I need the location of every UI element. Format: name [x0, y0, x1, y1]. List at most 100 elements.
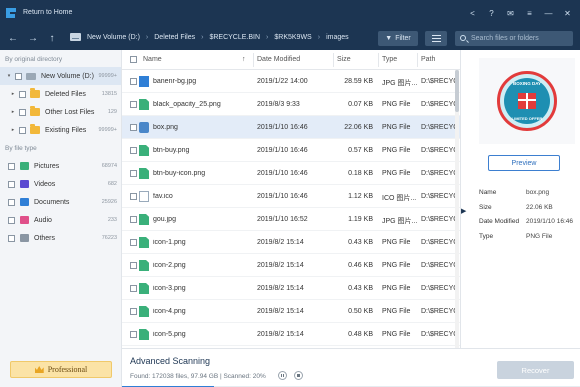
folder-icon	[30, 124, 40, 134]
sidebar-item-count: 99999+	[98, 73, 117, 79]
table-row[interactable]: icon-3.png 2019/8/2 15:14 0.43 KB PNG File D…	[122, 277, 460, 300]
row-checkbox[interactable]	[130, 308, 137, 315]
cell-date: 2019/8/2 15:14	[257, 285, 304, 292]
png-file-icon	[139, 306, 149, 317]
back-icon[interactable]: ←	[6, 31, 20, 45]
expand-arrow-icon[interactable]: ▸	[10, 109, 16, 115]
row-checkbox[interactable]	[130, 78, 137, 85]
scrollbar-thumb[interactable]	[455, 70, 459, 112]
table-row[interactable]: fav.ico 2019/1/10 16:46 1.12 KB ICO 图片... D:…	[122, 185, 460, 208]
checkbox[interactable]	[15, 72, 22, 80]
column-header-date[interactable]: Date Modified	[257, 56, 300, 63]
table-row[interactable]: btn-buy-icon.png 2019/1/10 16:46 0.18 KB PN…	[122, 162, 460, 185]
sidebar-item-videos[interactable]: Videos 682	[0, 175, 121, 193]
column-header-name[interactable]: Name	[143, 56, 162, 63]
jpg-file-icon	[139, 76, 149, 87]
view-menu-button[interactable]	[425, 31, 447, 46]
sidebar-item-new-volume[interactable]: ▾ New Volume (D:) 99999+	[0, 67, 121, 85]
search-input[interactable]: Search files or folders	[455, 31, 573, 46]
sidebar-item-others[interactable]: Others 76223	[0, 229, 121, 247]
collapse-arrow-icon[interactable]: ▾	[6, 73, 12, 79]
checkbox[interactable]	[8, 216, 15, 224]
close-icon[interactable]: ✕	[561, 6, 574, 20]
notification-icon[interactable]: ✉	[504, 6, 517, 20]
checkbox[interactable]	[19, 108, 26, 116]
row-checkbox[interactable]	[130, 124, 137, 131]
cell-type: PNG File	[382, 262, 411, 269]
row-checkbox[interactable]	[130, 170, 137, 177]
expand-arrow-icon[interactable]: ▸	[10, 91, 16, 97]
row-checkbox[interactable]	[130, 239, 137, 246]
sidebar-item-documents[interactable]: Documents 25926	[0, 193, 121, 211]
table-row[interactable]: btn-buy.png 2019/1/10 16:46 0.57 KB PNG Fil…	[122, 139, 460, 162]
cell-type: PNG File	[382, 124, 411, 131]
table-row[interactable]: banenr-bg.jpg 2019/1/22 14:00 28.59 KB JPG …	[122, 70, 460, 93]
checkbox[interactable]	[8, 162, 15, 170]
row-checkbox[interactable]	[130, 193, 137, 200]
cell-size: 0.46 KB	[348, 262, 373, 269]
return-home-link[interactable]: Return to Home	[23, 9, 72, 16]
table-row[interactable]: gou.jpg 2019/1/10 16:52 1.19 KB JPG 图片... D:…	[122, 208, 460, 231]
breadcrumb-item[interactable]: $RECYCLE.BIN	[209, 34, 260, 41]
expand-arrow-icon[interactable]: ▸	[10, 127, 16, 133]
row-checkbox[interactable]	[130, 101, 137, 108]
row-checkbox[interactable]	[130, 147, 137, 154]
checkbox[interactable]	[8, 234, 15, 242]
table-row[interactable]: icon-4.png 2019/8/2 15:14 0.50 KB PNG File D…	[122, 300, 460, 323]
table-row[interactable]: box.png 2019/1/10 16:46 22.06 KB PNG File D:…	[122, 116, 460, 139]
collapse-panel-icon[interactable]: ▶	[461, 207, 466, 215]
breadcrumb-item[interactable]: images	[326, 34, 349, 41]
menu-icon[interactable]: ≡	[523, 6, 536, 20]
breadcrumb-item[interactable]: Deleted Files	[154, 34, 195, 41]
file-list-header: Name ↑ Date Modified Size Type Path	[122, 50, 460, 70]
table-row[interactable]: icon-1.png 2019/8/2 15:14 0.43 KB PNG File D…	[122, 231, 460, 254]
cell-type: JPG 图片...	[382, 80, 418, 87]
table-row[interactable]: icon-5.png 2019/8/2 15:14 0.48 KB PNG File D…	[122, 323, 460, 346]
drive-icon	[26, 72, 36, 80]
filter-icon: ▼	[385, 35, 393, 42]
sidebar-item-existing-files[interactable]: ▸ Existing Files 99999+	[0, 121, 121, 139]
filter-button[interactable]: ▼ Filter	[378, 31, 418, 46]
pause-icon[interactable]	[278, 371, 287, 380]
stop-icon[interactable]	[294, 371, 303, 380]
checkbox[interactable]	[19, 90, 26, 98]
minimize-icon[interactable]: —	[542, 6, 555, 20]
column-header-size[interactable]: Size	[337, 56, 351, 63]
column-header-type[interactable]: Type	[382, 56, 397, 63]
breadcrumb-item[interactable]: New Volume (D:)	[87, 34, 140, 41]
sidebar-item-deleted-files[interactable]: ▸ Deleted Files 13815	[0, 85, 121, 103]
checkbox[interactable]	[8, 180, 15, 188]
sort-up-icon[interactable]: ↑	[242, 56, 246, 63]
cell-type: PNG File	[382, 147, 411, 154]
navigation-bar: ← → ↑ New Volume (D:) › Deleted Files › …	[0, 27, 580, 50]
cell-type: PNG File	[382, 101, 411, 108]
table-row[interactable]: icon-2.png 2019/8/2 15:14 0.46 KB PNG File D…	[122, 254, 460, 277]
preview-image: BOXING DAY LIMITED OFFER	[479, 58, 575, 144]
cell-name: icon-3.png	[153, 285, 186, 292]
preview-button[interactable]: Preview	[488, 155, 560, 171]
property-key: Size	[479, 203, 492, 211]
checkbox[interactable]	[19, 126, 26, 134]
row-checkbox[interactable]	[130, 285, 137, 292]
help-icon[interactable]: ?	[485, 6, 498, 20]
row-checkbox[interactable]	[130, 262, 137, 269]
table-row[interactable]: black_opacity_25.png 2019/8/3 9:33 0.07 KB…	[122, 93, 460, 116]
cell-type: PNG File	[382, 285, 411, 292]
professional-button[interactable]: Professional	[10, 361, 112, 378]
sidebar-item-other-lost-files[interactable]: ▸ Other Lost Files 129	[0, 103, 121, 121]
column-header-path[interactable]: Path	[421, 56, 435, 63]
sidebar-item-label: Other Lost Files	[45, 108, 95, 116]
sidebar-item-pictures[interactable]: Pictures 68974	[0, 157, 121, 175]
search-placeholder: Search files or folders	[471, 35, 539, 42]
share-icon[interactable]: <	[466, 6, 479, 20]
up-icon[interactable]: ↑	[45, 31, 59, 45]
recover-button[interactable]: Recover	[497, 361, 574, 379]
row-checkbox[interactable]	[130, 216, 137, 223]
select-all-checkbox[interactable]	[130, 56, 137, 63]
breadcrumb-item[interactable]: $RK5K9WS	[274, 34, 311, 41]
row-checkbox[interactable]	[130, 331, 137, 338]
checkbox[interactable]	[8, 198, 15, 206]
forward-icon[interactable]: →	[26, 31, 40, 45]
sidebar-item-audio[interactable]: Audio 233	[0, 211, 121, 229]
sidebar-item-label: Documents	[34, 198, 70, 206]
